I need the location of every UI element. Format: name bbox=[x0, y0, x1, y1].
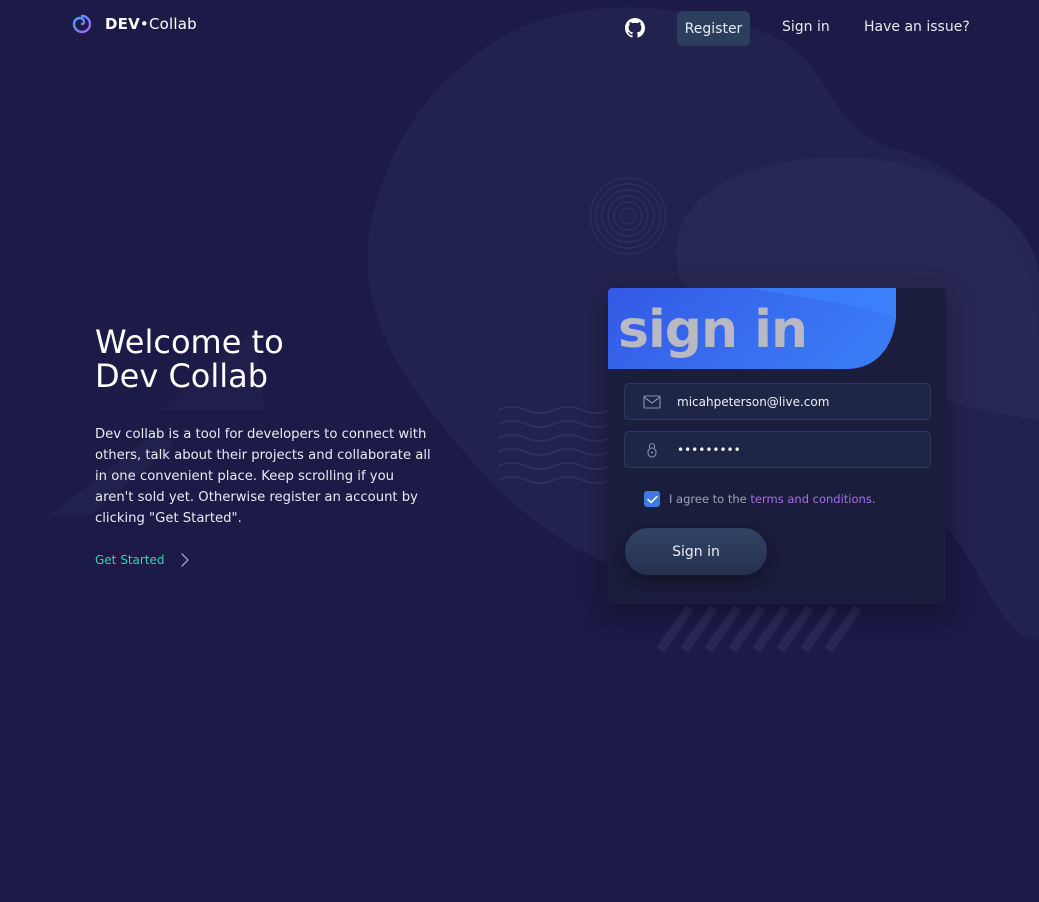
email-input[interactable] bbox=[677, 394, 907, 409]
navbar: DEV•Collab Register Sign in Have an issu… bbox=[0, 0, 1039, 58]
chevron-right-icon bbox=[180, 553, 189, 567]
password-input[interactable] bbox=[677, 442, 907, 457]
hero-title: Welcome to Dev Collab bbox=[95, 325, 415, 393]
sign-in-title: sign in bbox=[618, 300, 808, 360]
nav-link-sign-in[interactable]: Sign in bbox=[782, 19, 830, 35]
mail-icon bbox=[643, 394, 661, 409]
terms-agreement: I agree to the terms and conditions. bbox=[644, 491, 875, 507]
check-icon bbox=[646, 495, 658, 503]
terms-checkbox[interactable] bbox=[644, 491, 660, 507]
terms-link[interactable]: terms and conditions bbox=[750, 492, 871, 506]
nav-link-have-an-issue[interactable]: Have an issue? bbox=[864, 19, 970, 35]
sign-in-card: sign in I agree to the terms and conditi… bbox=[608, 288, 946, 604]
brand-name: DEV•Collab bbox=[105, 15, 197, 33]
hero-title-line-1: Welcome to bbox=[95, 323, 284, 361]
password-field[interactable] bbox=[624, 431, 931, 468]
spiral-logo-icon bbox=[72, 14, 92, 34]
get-started-link[interactable]: Get Started bbox=[95, 553, 190, 567]
get-started-label: Get Started bbox=[95, 553, 165, 567]
github-icon[interactable] bbox=[625, 18, 645, 38]
register-button[interactable]: Register bbox=[677, 11, 750, 46]
brand[interactable]: DEV•Collab bbox=[72, 14, 197, 34]
hero-title-line-2: Dev Collab bbox=[95, 357, 269, 395]
sign-in-button[interactable]: Sign in bbox=[625, 528, 767, 575]
terms-text: I agree to the terms and conditions. bbox=[669, 492, 876, 506]
lock-icon bbox=[647, 442, 657, 458]
hero-description: Dev collab is a tool for developers to c… bbox=[95, 427, 431, 526]
email-field[interactable] bbox=[624, 383, 931, 420]
